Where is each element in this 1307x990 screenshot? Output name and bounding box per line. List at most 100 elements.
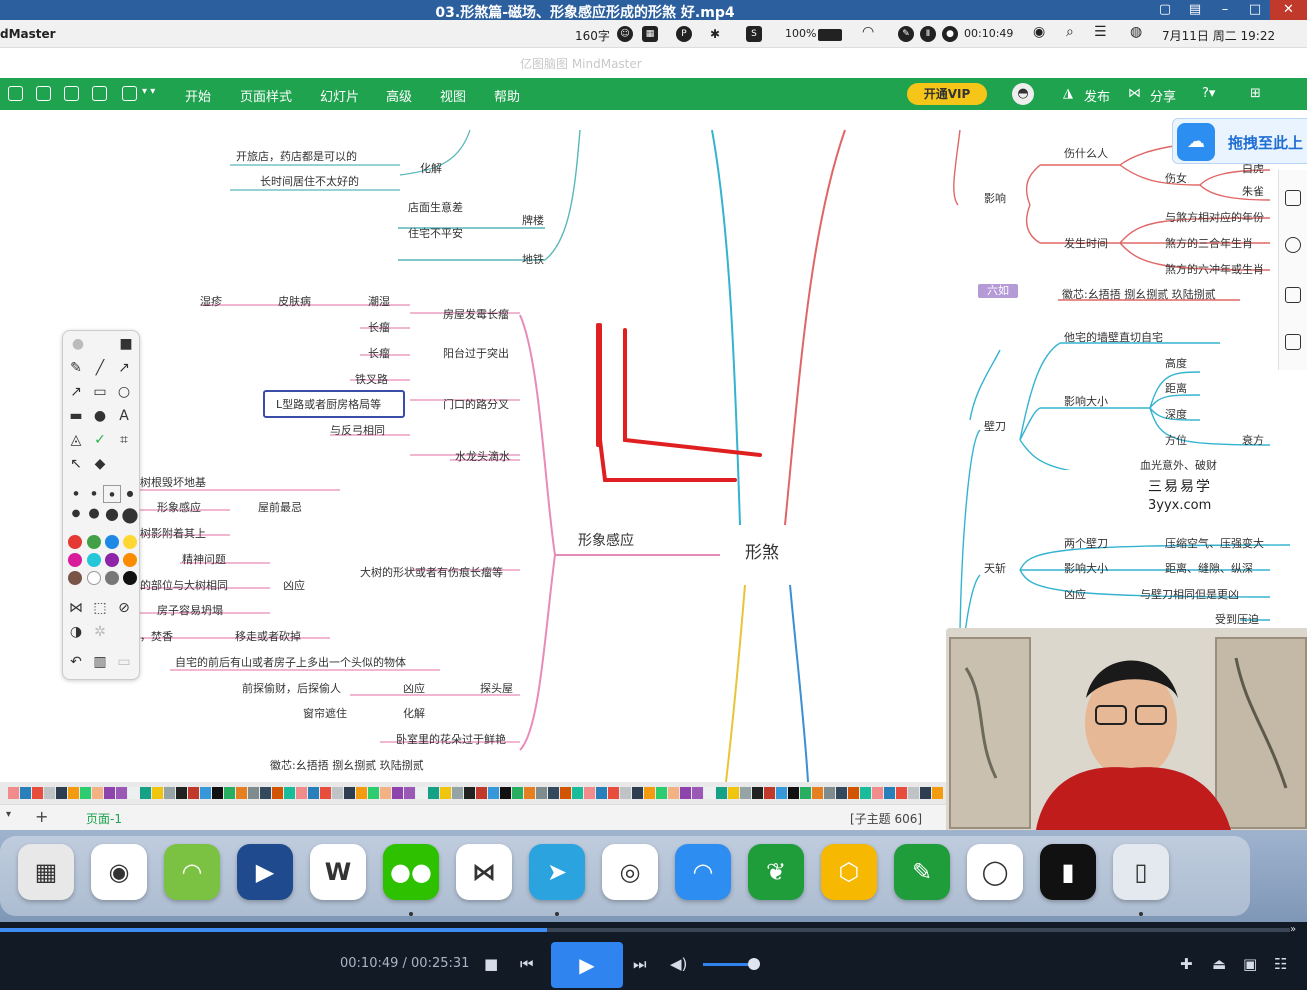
emoji-icon[interactable]: ☺ [617,26,633,42]
eject-icon[interactable]: ⏏ [1212,955,1226,973]
palette-swatch[interactable] [140,787,151,799]
palette-swatch[interactable] [224,787,235,799]
palette-swatch[interactable] [272,787,283,799]
palette-swatch[interactable] [920,787,931,799]
minimize-button[interactable]: – [1210,0,1240,20]
progress-track[interactable] [0,928,1290,932]
node[interactable]: 窗帘遮住 [303,707,347,721]
arrow-icon[interactable]: ↗ [115,359,133,377]
color-palette-bar[interactable] [0,782,946,804]
palette-swatch[interactable] [116,787,127,799]
palette-swatch[interactable] [908,787,919,799]
palette-swatch[interactable] [188,787,199,799]
share-button[interactable]: 分享 [1150,86,1176,105]
node[interactable]: 与反弓相同 [330,424,385,438]
palette-swatch[interactable] [452,787,463,799]
webcam-app-icon[interactable]: ◯ [967,844,1023,900]
palette-swatch[interactable] [200,787,211,799]
node[interactable]: 化解 [403,707,425,721]
palette-swatch[interactable] [548,787,559,799]
node[interactable]: 铁叉路 [355,373,388,387]
palette-swatch[interactable] [164,787,175,799]
node[interactable]: 影响 [984,192,1006,206]
size-l-icon[interactable]: ● [67,505,85,523]
playlist-icon[interactable]: ☷ [1274,955,1287,973]
node[interactable]: 衰方 [1242,434,1264,448]
share-icon[interactable]: ⋈ [1128,86,1141,101]
palette-swatch[interactable] [428,787,439,799]
node[interactable]: 探头屋 [480,682,513,696]
palette-swatch[interactable] [596,787,607,799]
palette-swatch[interactable] [68,787,79,799]
palette-swatch[interactable] [716,787,727,799]
node[interactable]: 屋前最忌 [258,501,302,515]
color-magenta[interactable] [68,553,82,567]
paintbrush-icon[interactable]: ✎ [894,844,950,900]
rec-app-icon[interactable]: ▮ [1040,844,1096,900]
aperture-icon[interactable]: ◎ [602,844,658,900]
filled-circle-icon[interactable]: ● [91,407,109,425]
export-icon[interactable] [122,86,137,101]
branch-node[interactable]: 形象感应 [578,534,634,548]
node[interactable]: 形象感应 [157,501,201,515]
node[interactable]: 受到压迫 [1215,613,1259,627]
palette-swatch[interactable] [8,787,19,799]
palette-swatch[interactable] [524,787,535,799]
crop-icon[interactable]: ⌗ [115,431,133,449]
color-brown[interactable] [68,571,82,585]
size-xs-icon[interactable]: ● [67,485,85,503]
palette-swatch[interactable] [284,787,295,799]
battery-icon[interactable] [818,29,842,41]
palette-swatch[interactable] [812,787,823,799]
undo-icon[interactable]: ↶ [67,653,85,671]
task-icon[interactable] [1285,287,1301,303]
check-icon[interactable]: ✓ [91,431,109,449]
export-dropdown-icon[interactable]: ▾ ▾ [142,86,155,97]
palette-swatch[interactable] [56,787,67,799]
palette-swatch[interactable] [92,787,103,799]
node[interactable]: 两个壁刀 [1064,537,1108,551]
add-page-button[interactable]: + [35,807,48,826]
stop-button[interactable]: ■ [484,955,498,973]
open-icon[interactable] [36,86,51,101]
circle-icon[interactable]: ○ [115,383,133,401]
help-icon[interactable]: ?▾ [1202,86,1215,101]
node[interactable]: 住宅不平安 [408,227,463,241]
telegram-icon[interactable]: ➤ [529,844,585,900]
node[interactable]: 卧室里的花朵过于鲜艳 [396,733,506,747]
node[interactable]: 树根毁坏地基 [140,476,206,490]
palette-swatch[interactable] [500,787,511,799]
node[interactable]: 精神问题 [182,553,226,567]
window-icon[interactable]: ▦ [642,26,658,42]
node[interactable]: 距离 [1165,382,1187,396]
size-xxxl-icon[interactable]: ● [121,504,139,524]
text-icon[interactable]: A [115,407,133,425]
palette-swatch[interactable] [248,787,259,799]
palette-swatch[interactable] [296,787,307,799]
palette-swatch[interactable] [668,787,679,799]
palette-swatch[interactable] [332,787,343,799]
eraser-icon[interactable]: ◆ [91,455,109,473]
node[interactable]: 化解 [420,162,442,176]
node[interactable]: 发生时间 [1064,237,1108,251]
palette-swatch[interactable] [608,787,619,799]
palette-swatch[interactable] [344,787,355,799]
settings-icon[interactable]: ▤ [1180,0,1210,20]
volume-knob[interactable] [748,958,760,970]
user-icon[interactable]: ◉ [1033,24,1045,40]
color-yellow[interactable] [123,535,137,549]
rectangle-icon[interactable]: ▭ [91,383,109,401]
volume-icon[interactable]: ◀) [670,955,687,973]
chat-icon[interactable]: ▢ [1150,0,1180,20]
color-cyan[interactable] [87,553,101,567]
node[interactable]: 影响大小 [1064,562,1108,576]
avatar[interactable]: ◓ [1012,83,1034,105]
node[interactable]: 方位 [1165,434,1187,448]
save-icon[interactable] [64,86,79,101]
palette-swatch[interactable] [320,787,331,799]
palette-swatch[interactable] [704,787,715,799]
trash-icon[interactable]: ▯ [1113,844,1169,900]
node-selected[interactable]: L型路或者厨房格局等 [276,398,381,412]
wps-office-icon[interactable]: W [310,844,366,900]
node[interactable]: 他宅的墙壁直切自宅 [1064,331,1163,345]
